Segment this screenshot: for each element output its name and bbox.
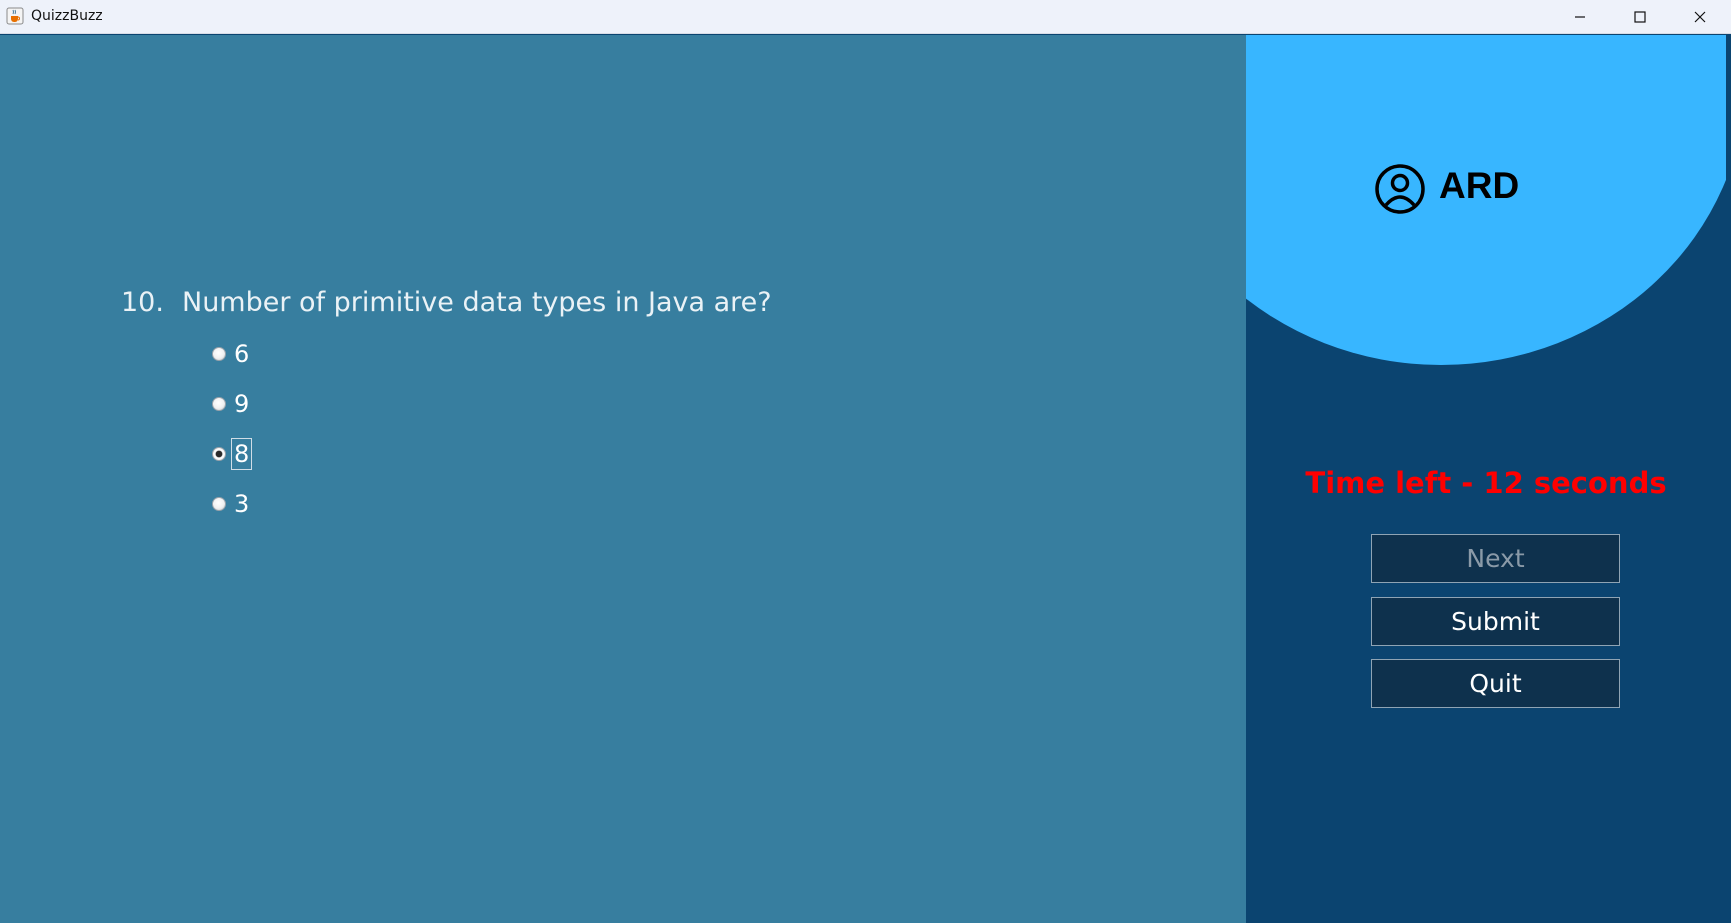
close-button[interactable] xyxy=(1670,0,1730,34)
option-radio[interactable]: 9 xyxy=(212,387,251,421)
radio-button[interactable] xyxy=(212,397,226,411)
close-icon xyxy=(1694,8,1706,27)
option-label[interactable]: 3 xyxy=(232,489,251,519)
question-panel: 10. Number of primitive data types in Ja… xyxy=(0,35,1246,923)
minimize-button[interactable] xyxy=(1550,0,1610,34)
option-radio[interactable]: 6 xyxy=(212,337,251,371)
question-number: 10. xyxy=(121,287,164,318)
option-label[interactable]: 9 xyxy=(232,389,251,419)
title-bar: QuizzBuzz xyxy=(0,0,1731,34)
option-radio[interactable]: 3 xyxy=(212,487,251,521)
timer-text: Time left - 12 seconds xyxy=(1305,466,1667,500)
java-cup-icon xyxy=(6,7,24,25)
radio-button-checked[interactable] xyxy=(212,447,226,461)
next-button[interactable]: Next xyxy=(1371,534,1620,583)
option-radio-selected[interactable]: 8 xyxy=(212,437,253,471)
radio-button[interactable] xyxy=(212,497,226,511)
option-label[interactable]: 8 xyxy=(230,438,253,470)
sidebar: ARD Time left - 12 seconds Next Submit Q… xyxy=(1246,35,1726,923)
username: ARD xyxy=(1439,165,1520,206)
quit-button[interactable]: Quit xyxy=(1371,659,1620,708)
maximize-icon xyxy=(1634,8,1646,27)
quizzbuzz-window: QuizzBuzz 10. Number of primitive data t… xyxy=(0,0,1731,923)
window-edge xyxy=(1726,35,1731,923)
maximize-button[interactable] xyxy=(1610,0,1670,34)
minimize-icon xyxy=(1574,8,1586,27)
user-circle-icon xyxy=(1374,163,1426,215)
option-label[interactable]: 6 xyxy=(232,339,251,369)
radio-button[interactable] xyxy=(212,347,226,361)
question-text: Number of primitive data types in Java a… xyxy=(182,287,772,318)
submit-button[interactable]: Submit xyxy=(1371,597,1620,646)
window-title: QuizzBuzz xyxy=(31,8,103,24)
